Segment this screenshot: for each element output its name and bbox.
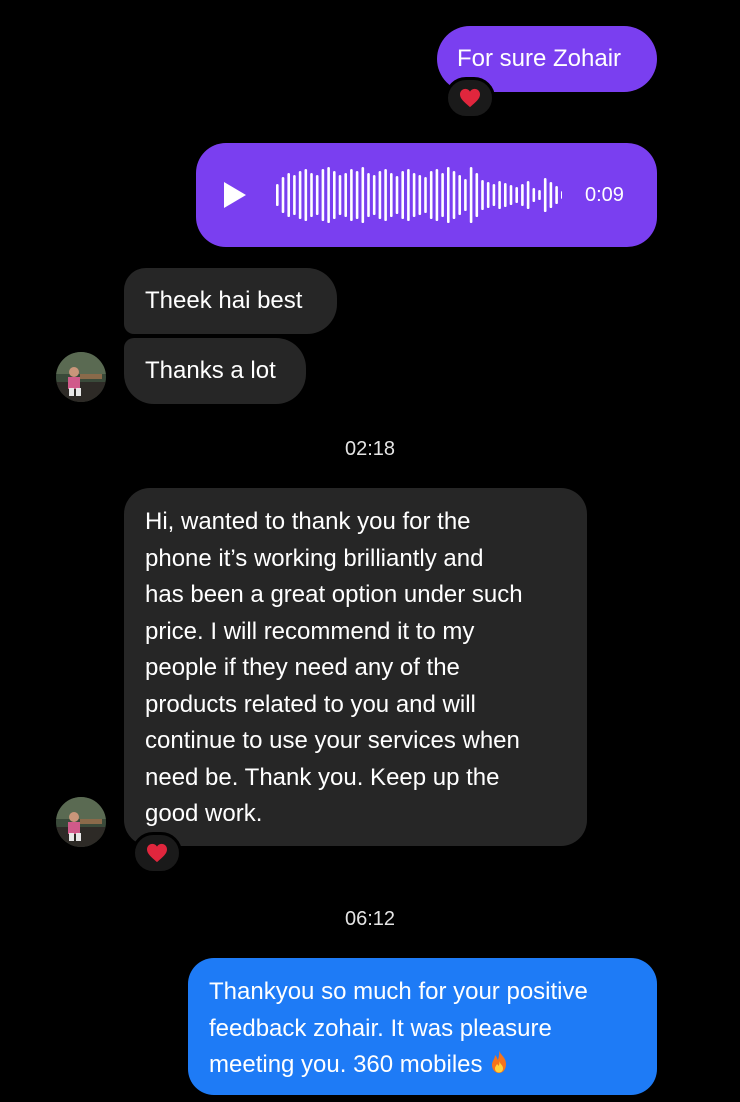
waveform-bar	[378, 171, 382, 219]
waveform-bar	[315, 175, 319, 215]
waveform-bar	[321, 169, 325, 221]
waveform-bar	[355, 171, 359, 219]
message-line: has been a great option under such	[145, 581, 523, 608]
waveform-bar	[384, 169, 387, 221]
waveform-bar	[475, 173, 479, 217]
waveform-bar	[504, 183, 507, 207]
waveform-bar	[276, 184, 279, 206]
message-line: products related to you and will	[145, 690, 476, 718]
waveform-bar	[407, 169, 410, 221]
waveform-bar	[361, 167, 365, 223]
waveform-bar	[350, 169, 353, 221]
waveform-bar	[549, 182, 553, 208]
waveform-bar	[481, 180, 484, 210]
waveform-bar	[515, 187, 518, 203]
voice-message-bubble[interactable]: 0:09	[196, 143, 657, 247]
waveform-bar	[390, 173, 393, 217]
waveform-bar	[367, 173, 370, 217]
waveform-bar	[338, 175, 342, 215]
waveform-bar	[372, 175, 376, 215]
fire-emoji-icon	[487, 1049, 511, 1087]
heart-reaction[interactable]	[132, 832, 182, 874]
waveform-bar	[344, 173, 347, 217]
waveform-bar	[469, 167, 473, 223]
contact-avatar[interactable]	[56, 797, 106, 847]
waveform-bar	[327, 167, 330, 223]
waveform-bar	[498, 181, 501, 209]
message-line: Thankyou so much for your positive	[209, 978, 588, 1005]
waveform-bar	[521, 184, 524, 206]
waveform-bar	[418, 175, 422, 215]
message-bubble-sent[interactable]: Thankyou so much for your positive feedb…	[188, 958, 657, 1095]
message-line-last: meeting you. 360 mobiles	[209, 1047, 657, 1087]
message-bubble-received[interactable]: Theek hai best	[124, 268, 337, 334]
waveform-bar	[298, 171, 302, 219]
message-text: For sure Zohair	[457, 45, 622, 72]
message-line: people if they need any of the	[145, 654, 460, 681]
waveform-bar	[441, 173, 444, 217]
waveform-bar	[464, 179, 467, 211]
waveform-bar	[492, 184, 496, 206]
waveform-bar	[310, 173, 313, 217]
timestamp: 02:18	[344, 438, 396, 460]
waveform-bar	[333, 171, 336, 219]
message-line: Hi, wanted to thank you for the	[145, 508, 471, 535]
waveform-bar	[293, 175, 296, 215]
play-icon[interactable]	[222, 180, 248, 210]
message-text: meeting you. 360 mobiles	[209, 1051, 483, 1078]
waveform-bar	[452, 171, 456, 219]
waveform-bar	[429, 171, 433, 219]
waveform-bar	[281, 177, 285, 213]
contact-avatar[interactable]	[56, 352, 106, 402]
waveform-bar	[424, 177, 427, 213]
waveform-bar	[401, 171, 404, 219]
audio-waveform[interactable]	[272, 143, 562, 247]
waveform-bar	[304, 169, 308, 221]
heart-icon	[147, 843, 167, 863]
waveform-bar	[526, 181, 530, 209]
waveform-bar	[287, 173, 290, 217]
message-text: Theek hai best	[145, 287, 303, 314]
timestamp: 06:12	[344, 908, 396, 930]
heart-icon	[460, 88, 480, 108]
waveform-bar	[555, 186, 558, 204]
waveform-bar	[447, 167, 450, 223]
waveform-bar	[486, 182, 490, 208]
waveform-bar	[412, 173, 416, 217]
waveform-bar	[561, 191, 562, 199]
message-line: need be. Thank you. Keep up the	[145, 763, 500, 791]
waveform-bar	[509, 185, 513, 205]
waveform-bar	[395, 176, 399, 214]
message-line: price. I will recommend it to my	[145, 617, 475, 645]
waveform-bar	[458, 175, 461, 215]
waveform-bar	[543, 178, 547, 212]
message-text: Thanks a lot	[145, 357, 276, 384]
heart-reaction[interactable]	[445, 77, 495, 119]
voice-duration: 0:09	[585, 184, 624, 206]
message-line: phone it’s working brilliantly and	[145, 544, 484, 572]
message-line: good work.	[145, 800, 263, 827]
message-bubble-received[interactable]: Thanks a lot	[124, 338, 306, 404]
message-bubble-received[interactable]: Hi, wanted to thank you for the phone it…	[124, 488, 587, 846]
waveform-bar	[538, 190, 541, 200]
waveform-bar	[532, 188, 536, 202]
message-line: continue to use your services when	[145, 727, 520, 754]
waveform-bar	[435, 169, 439, 221]
message-line: feedback zohair. It was pleasure	[209, 1014, 552, 1042]
